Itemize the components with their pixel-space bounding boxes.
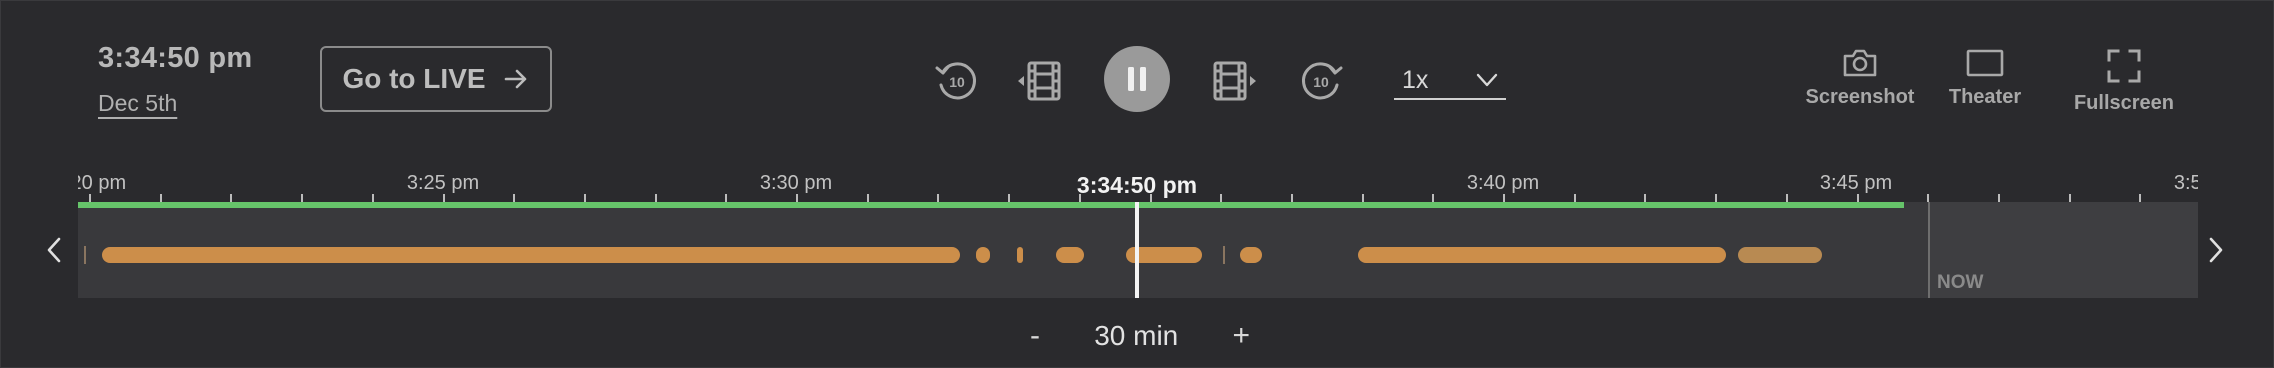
zoom-out-button[interactable]: - bbox=[1020, 319, 1050, 353]
ruler-tick bbox=[1574, 194, 1576, 202]
ruler-tick bbox=[1220, 194, 1222, 202]
film-next-icon bbox=[1213, 61, 1256, 101]
fullscreen-icon bbox=[2107, 49, 2141, 83]
playhead-time-label: 3:34:50 pm bbox=[1076, 172, 1198, 198]
ruler-tick bbox=[1927, 194, 1929, 202]
ruler-tick bbox=[584, 194, 586, 202]
recorded-range-bar bbox=[78, 202, 1904, 208]
forward-seconds: 10 bbox=[1313, 74, 1329, 90]
zoom-level: 30 min bbox=[1094, 320, 1179, 351]
go-to-live-label: Go to LIVE bbox=[342, 63, 486, 94]
camera-icon bbox=[1843, 49, 1877, 77]
screenshot-label: Screenshot bbox=[1805, 86, 1915, 108]
zoom-control: - 30 min + bbox=[1020, 310, 1260, 362]
previous-frame-button[interactable] bbox=[1016, 58, 1064, 104]
ruler-tick bbox=[513, 194, 515, 202]
fullscreen-label: Fullscreen bbox=[2073, 92, 2175, 114]
pause-button[interactable] bbox=[1104, 46, 1170, 112]
ruler-tick bbox=[443, 194, 445, 202]
zoom-in-button[interactable]: + bbox=[1222, 319, 1260, 353]
ruler-tick bbox=[1998, 194, 2000, 202]
tick-label: 3:40 pm bbox=[1466, 172, 1540, 194]
theater-button[interactable]: Theater bbox=[1905, 48, 2065, 109]
pause-icon bbox=[1128, 67, 1146, 91]
ruler-tick bbox=[937, 194, 939, 202]
recording-segment[interactable] bbox=[102, 247, 960, 263]
ruler-tick bbox=[796, 194, 798, 202]
now-label: NOW bbox=[1937, 272, 1984, 293]
current-time: 3:34:50 pm bbox=[98, 42, 253, 74]
recording-segment[interactable] bbox=[1017, 247, 1023, 263]
ruler-tick bbox=[372, 194, 374, 202]
theater-mode-icon bbox=[1966, 49, 2004, 77]
current-date[interactable]: Dec 5th bbox=[98, 90, 177, 117]
ruler-tick bbox=[867, 194, 869, 202]
ruler-tick bbox=[1432, 194, 1434, 202]
next-frame-button[interactable] bbox=[1210, 58, 1258, 104]
ruler-tick bbox=[1644, 194, 1646, 202]
tick-label: 3:45 pm bbox=[1819, 172, 1893, 194]
film-prev-icon bbox=[1018, 61, 1061, 101]
ruler-tick bbox=[2139, 194, 2141, 202]
ruler-tick bbox=[230, 194, 232, 202]
ruler-tick bbox=[1857, 194, 1859, 202]
tick-label: 3:20 pm bbox=[78, 172, 127, 194]
recording-segment[interactable] bbox=[976, 247, 990, 263]
recording-segment[interactable] bbox=[1223, 246, 1225, 264]
ruler-tick bbox=[160, 194, 162, 202]
ruler-tick bbox=[89, 194, 91, 202]
ruler-tick bbox=[725, 194, 727, 202]
replay-seconds: 10 bbox=[949, 74, 965, 90]
ruler-tick bbox=[2069, 194, 2071, 202]
ruler-tick bbox=[655, 194, 657, 202]
playback-speed-value: 1x bbox=[1402, 65, 1429, 94]
ruler-tick bbox=[1291, 194, 1293, 202]
replay-10-icon: 10 bbox=[935, 62, 976, 100]
timeline-track[interactable]: NOW bbox=[78, 202, 2198, 298]
ruler-tick bbox=[1503, 194, 1505, 202]
chevron-left-icon bbox=[47, 237, 61, 263]
arrow-right-icon bbox=[504, 69, 526, 89]
recording-segment[interactable] bbox=[1056, 247, 1084, 263]
recording-segment[interactable] bbox=[1738, 247, 1822, 263]
recording-segment[interactable] bbox=[84, 246, 86, 264]
recording-segment[interactable] bbox=[1358, 247, 1726, 263]
tick-label: 3:50 pm bbox=[2173, 172, 2198, 194]
theater-label: Theater bbox=[1948, 86, 2022, 108]
tick-label: 3:30 pm bbox=[759, 172, 833, 194]
recording-segment[interactable] bbox=[1240, 247, 1262, 263]
go-to-live-button[interactable]: Go to LIVE bbox=[320, 46, 552, 112]
timeline-back-button[interactable] bbox=[44, 236, 64, 269]
playback-speed-select[interactable]: 1x bbox=[1394, 62, 1506, 100]
fullscreen-button[interactable]: Fullscreen bbox=[2044, 48, 2204, 115]
ruler-tick bbox=[1362, 194, 1364, 202]
ruler-tick bbox=[1715, 194, 1717, 202]
ruler-tick bbox=[1008, 194, 1010, 202]
forward-10-icon: 10 bbox=[1302, 62, 1343, 100]
ruler-tick bbox=[1786, 194, 1788, 202]
forward-10-button[interactable]: 10 bbox=[1296, 56, 1346, 106]
replay-10-button[interactable]: 10 bbox=[932, 56, 982, 106]
chevron-right-icon bbox=[2209, 237, 2223, 263]
chevron-down-icon bbox=[1476, 73, 1498, 87]
tick-label: 3:25 pm bbox=[406, 172, 480, 194]
ruler-tick bbox=[301, 194, 303, 202]
playhead[interactable] bbox=[1135, 202, 1139, 298]
timeline-forward-button[interactable] bbox=[2206, 236, 2226, 269]
